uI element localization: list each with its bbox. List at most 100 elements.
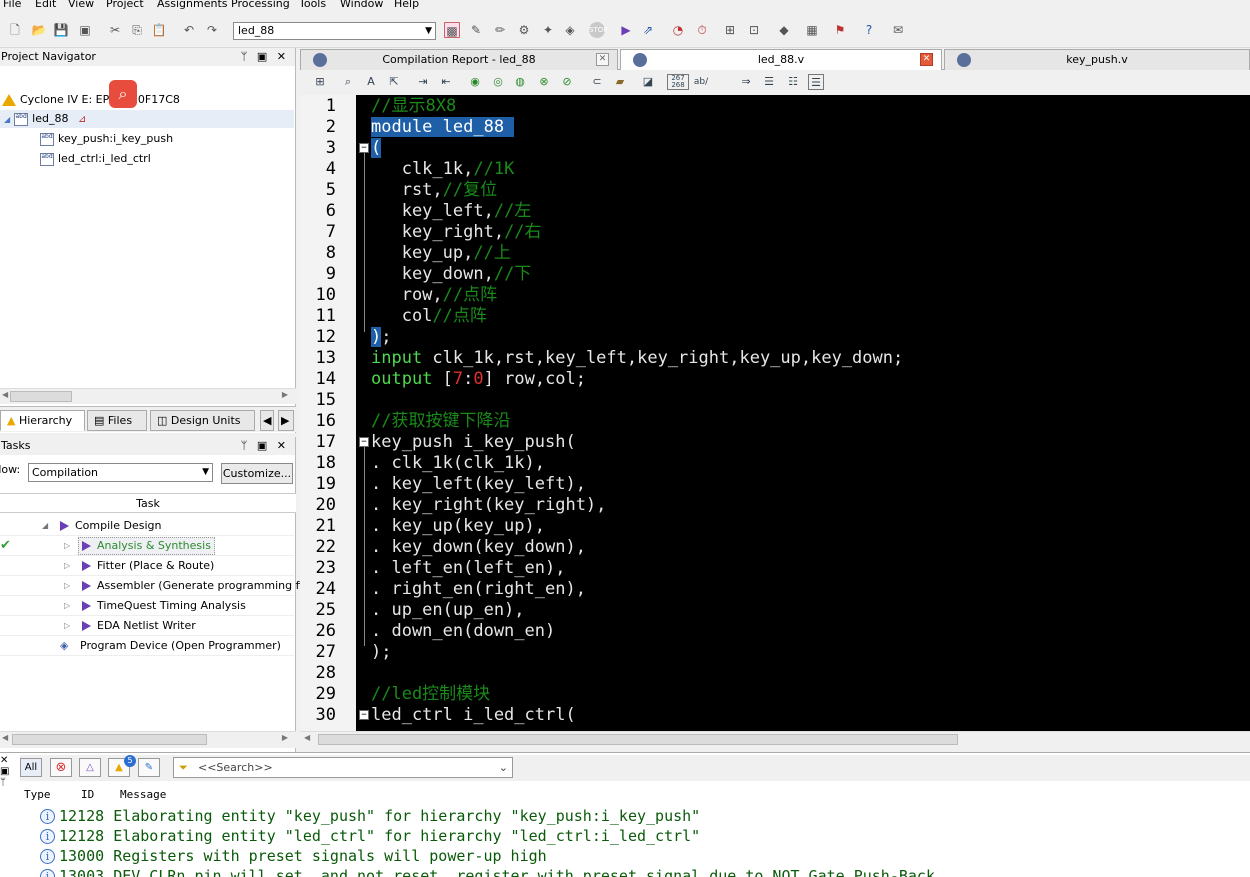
code-line[interactable]: key_right,//右 (371, 222, 542, 243)
expand-icon[interactable]: ◢ (4, 115, 10, 124)
fold-toggle-icon[interactable]: − (359, 437, 369, 447)
debug-icon[interactable]: ⚑ (832, 22, 848, 38)
code-line[interactable]: key_push i_key_push( (371, 432, 576, 453)
save-all-icon[interactable]: ▣ (77, 22, 93, 38)
analysis-icon[interactable]: ⇗ (640, 22, 656, 38)
timing-icon[interactable]: ◔ (670, 22, 686, 38)
chip-icon[interactable]: ▦ (804, 22, 820, 38)
fold-toggle-icon[interactable]: − (359, 710, 369, 720)
programmer-icon[interactable]: ◈ (60, 636, 68, 656)
editor-scrollbar[interactable]: ◀ (300, 731, 1250, 748)
settings-icon[interactable]: ⚙ (516, 22, 532, 38)
open-folder-icon[interactable]: 📂 (31, 22, 47, 38)
tech-viewer-icon[interactable]: ⊡ (746, 22, 762, 38)
unindent-icon[interactable]: ⇤ (438, 74, 454, 90)
play-icon[interactable] (82, 581, 91, 591)
search-float-icon[interactable]: ⌕ (109, 80, 137, 108)
menu-help[interactable]: Help (394, 0, 419, 10)
tab-design-units[interactable]: ◫ Design Units (150, 410, 255, 431)
code-line[interactable]: ); (371, 642, 391, 663)
tab-scroll-left[interactable]: ◀ (260, 410, 274, 431)
code-line[interactable]: module led_88 (371, 117, 515, 138)
task-row[interactable]: ▷ EDA Netlist Writer (0, 616, 294, 636)
code-line[interactable]: rst,//复位 (371, 180, 497, 201)
code-line[interactable]: output [7:0] row,col; (371, 369, 586, 390)
message-row[interactable]: i 13000 Registers with preset signals wil… (40, 846, 547, 866)
paste-icon[interactable]: 📋 (151, 22, 167, 38)
find-replace-icon[interactable]: A (363, 74, 379, 90)
task-row[interactable]: ◢ Compile Design (0, 516, 294, 536)
menu-project[interactable]: Project (106, 0, 144, 10)
undo-icon[interactable]: ↶ (181, 22, 197, 38)
code-line[interactable]: . right_en(right_en), (371, 579, 586, 600)
message-row[interactable]: i 12128 Elaborating entity "key_push" for… (40, 806, 700, 826)
expand-icon[interactable]: ▷ (64, 556, 74, 576)
insert-template-icon[interactable]: ⊞ (312, 74, 328, 90)
play-icon[interactable] (60, 521, 69, 531)
tree-child-led-ctrl[interactable]: abd led_ctrl:i_led_ctrl (40, 150, 151, 168)
list-icon[interactable]: ☰ (761, 74, 777, 90)
chip-planner-icon[interactable]: ▩ (444, 22, 460, 38)
attach-icon[interactable]: ⊂ (589, 74, 605, 90)
code-line[interactable]: clk_1k,//1K (371, 159, 515, 180)
close-icon[interactable]: ✕ (596, 53, 609, 66)
bookmark-icon[interactable]: ◉ (467, 74, 483, 90)
menu-assignments[interactable]: Assignments (157, 0, 228, 10)
code-line[interactable]: key_up,//上 (371, 243, 511, 264)
redo-icon[interactable]: ↷ (204, 22, 220, 38)
code-line[interactable]: led_ctrl i_led_ctrl( (371, 705, 576, 726)
navigator-scrollbar[interactable]: ◀ ▶ (0, 388, 296, 404)
expand-icon[interactable]: ▷ (64, 576, 74, 596)
code-line[interactable]: //led控制模块 (371, 684, 490, 705)
play-icon[interactable] (82, 541, 91, 551)
new-file-icon[interactable]: 🗋 (7, 22, 23, 38)
expand-icon[interactable]: ▷ (64, 616, 74, 636)
code-line[interactable]: . up_en(up_en), (371, 600, 525, 621)
task-row[interactable]: ✔ ▷ Analysis & Synthesis (0, 536, 294, 556)
flow-select[interactable]: Compilation ▼ (28, 463, 213, 482)
assignment-editor-icon[interactable]: ✏ (492, 22, 508, 38)
save-icon[interactable]: 💾 (53, 22, 69, 38)
code-line[interactable]: col//点阵 (371, 306, 487, 327)
code-line[interactable]: //获取按键下降沿 (371, 411, 510, 432)
code-line[interactable]: input clk_1k,rst,key_left,key_right,key_… (371, 348, 903, 369)
code-line[interactable]: row,//点阵 (371, 285, 497, 306)
code-line[interactable]: . left_en(left_en), (371, 558, 565, 579)
code-line[interactable]: //显示8X8 (371, 96, 456, 117)
play-icon[interactable] (82, 561, 91, 571)
task-row[interactable]: ▷ Fitter (Place & Route) (0, 556, 294, 576)
list-alt-icon[interactable]: ☷ (785, 74, 801, 90)
pane-controls[interactable]: ᛘ ▣ ✕ (241, 437, 289, 455)
menu-file[interactable]: File (3, 0, 21, 10)
menu-window[interactable]: Window (340, 0, 383, 10)
code-line[interactable]: . down_en(down_en) (371, 621, 555, 642)
messages-search-input[interactable]: ⏷ <<Search>> ⌄ (173, 757, 513, 778)
timer-icon[interactable]: ⏱ (694, 22, 710, 38)
compile-play-icon[interactable]: ▶ (618, 22, 634, 38)
code-line[interactable]: . clk_1k(clk_1k), (371, 453, 545, 474)
play-icon[interactable] (82, 601, 91, 611)
fold-toggle-icon[interactable]: − (359, 143, 369, 153)
syntax-icon[interactable]: ◪ (640, 74, 656, 90)
code-line[interactable]: . key_left(key_left), (371, 474, 586, 495)
task-row[interactable]: ◈ Program Device (Open Programmer) (0, 636, 294, 656)
messages-side-controls[interactable]: ✕ ▣ ᛘ (0, 755, 14, 800)
menu-tools[interactable]: Tools (299, 0, 326, 10)
whats-this-icon[interactable]: ✉ (890, 22, 906, 38)
code-line[interactable]: ( (371, 138, 382, 159)
indent-icon[interactable]: ⇥ (415, 74, 431, 90)
chevron-down-icon[interactable]: ⌄ (499, 758, 508, 777)
code-line[interactable]: . key_down(key_down), (371, 537, 586, 558)
task-row[interactable]: ▷ Assembler (Generate programming files) (0, 576, 322, 596)
code-line[interactable]: key_left,//左 (371, 201, 532, 222)
code-line[interactable]: key_down,//下 (371, 264, 532, 285)
help-icon[interactable]: ? (861, 22, 877, 38)
line-number-icon[interactable]: 267 268 (667, 74, 689, 90)
close-icon[interactable]: ✕ (920, 53, 933, 66)
programmer-icon[interactable]: ◆ (776, 22, 792, 38)
play-icon[interactable] (82, 621, 91, 631)
tasks-scrollbar[interactable]: ◀ ▶ (0, 731, 296, 748)
message-row[interactable]: i 12128 Elaborating entity "led_ctrl" for… (40, 826, 700, 846)
customize-button[interactable]: Customize... (221, 463, 293, 484)
tab-compilation-report[interactable]: Compilation Report - led_88 ✕ (300, 49, 618, 70)
